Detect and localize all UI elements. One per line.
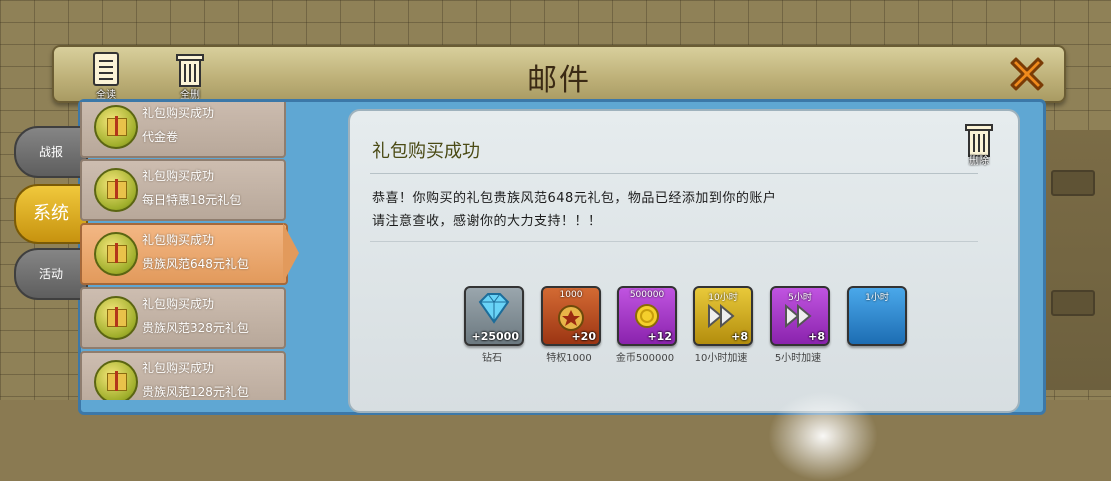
page-title: 邮件	[527, 63, 591, 98]
reward-qty: +12	[647, 330, 672, 343]
mail-list-item[interactable]: 礼包购买成功 贵族风范328元礼包	[80, 287, 286, 349]
mail-body-line: 请注意查收，感谢你的大力支持！！！	[372, 214, 602, 229]
mail-list-item-selected[interactable]: 礼包购买成功 贵族风范648元礼包	[80, 223, 288, 285]
reward-name: 5小时加速	[774, 353, 822, 364]
mail-item-title: 礼包购买成功	[142, 233, 215, 247]
right-decoration	[1039, 130, 1111, 390]
deco-block	[1051, 170, 1095, 196]
mail-list-item[interactable]: 礼包购买成功 每日特惠18元礼包	[80, 159, 286, 221]
reward-speedup-1h[interactable]: 1小时	[847, 286, 907, 346]
diamond-icon	[478, 293, 510, 324]
mail-item-subtitle: 贵族风范648元礼包	[142, 257, 249, 271]
reward-qty: +8	[808, 330, 825, 343]
mail-item-subtitle: 每日特惠18元礼包	[142, 193, 242, 207]
mail-content-panel: 礼包购买成功 删除 恭喜！你购买的礼包贵族风范648元礼包，物品已经添加到你的账…	[348, 109, 1020, 481]
reward-top-label: 1000	[559, 290, 583, 300]
mail-item-title: 礼包购买成功	[142, 361, 215, 375]
tab-activity[interactable]: 活动	[14, 248, 88, 300]
mail-item-subtitle: 代金卷	[142, 130, 179, 144]
mail-item-title: 礼包购买成功	[142, 169, 215, 183]
gift-icon	[94, 296, 138, 340]
delete-label: 删除	[969, 156, 989, 167]
mail-header: 全读 全删 邮件	[52, 45, 1066, 103]
selection-arrow	[283, 223, 299, 283]
gift-icon	[94, 168, 138, 212]
deco-block	[1051, 290, 1095, 316]
reward-qty: +8	[731, 330, 748, 343]
reward-top-label: 1小时	[865, 293, 889, 303]
mail-list-item[interactable]: 礼包购买成功 代金卷	[80, 102, 286, 158]
reward-privilege[interactable]: 1000 +20	[541, 286, 601, 346]
close-icon	[1010, 57, 1044, 91]
divider	[370, 173, 978, 174]
mail-list[interactable]: 礼包购买成功 代金卷 礼包购买成功 每日特惠18元礼包 礼包购买成功 贵族风范6…	[80, 102, 300, 400]
delete-button[interactable]: 删除	[962, 121, 996, 167]
mail-item-subtitle: 贵族风范328元礼包	[142, 321, 249, 335]
mail-body: 恭喜！你购买的礼包贵族风范648元礼包，物品已经添加到你的账户 请注意查收，感谢…	[372, 187, 776, 233]
tab-battle-report[interactable]: 战报	[14, 126, 88, 178]
divider	[370, 241, 978, 242]
reward-gold[interactable]: 500000 +12	[617, 286, 677, 346]
reward-speedup-10h[interactable]: 10小时 +8	[693, 286, 753, 346]
mail-title: 礼包购买成功	[372, 141, 480, 162]
reward-top-label: 10小时	[708, 293, 738, 303]
reward-top-label: 5小时	[788, 293, 812, 303]
screen-glare	[768, 391, 878, 481]
close-button[interactable]	[1004, 51, 1050, 97]
reward-speedup-5h[interactable]: 5小时 +8	[770, 286, 830, 346]
tab-system[interactable]: 系统	[14, 184, 88, 244]
gift-icon	[94, 360, 138, 400]
reward-top-label: 500000	[629, 290, 665, 300]
reward-qty: +25000	[471, 330, 520, 343]
mail-item-title: 礼包购买成功	[142, 106, 215, 120]
gift-icon	[94, 232, 138, 276]
mail-item-title: 礼包购买成功	[142, 297, 215, 311]
gift-icon	[94, 105, 138, 149]
reward-diamond[interactable]: +25000	[464, 286, 524, 346]
reward-qty: +20	[571, 330, 596, 343]
mail-body-line: 恭喜！你购买的礼包贵族风范648元礼包，物品已经添加到你的账户	[372, 191, 777, 206]
mail-list-item[interactable]: 礼包购买成功 贵族风范128元礼包	[80, 351, 286, 400]
mail-item-subtitle: 贵族风范128元礼包	[142, 385, 249, 399]
